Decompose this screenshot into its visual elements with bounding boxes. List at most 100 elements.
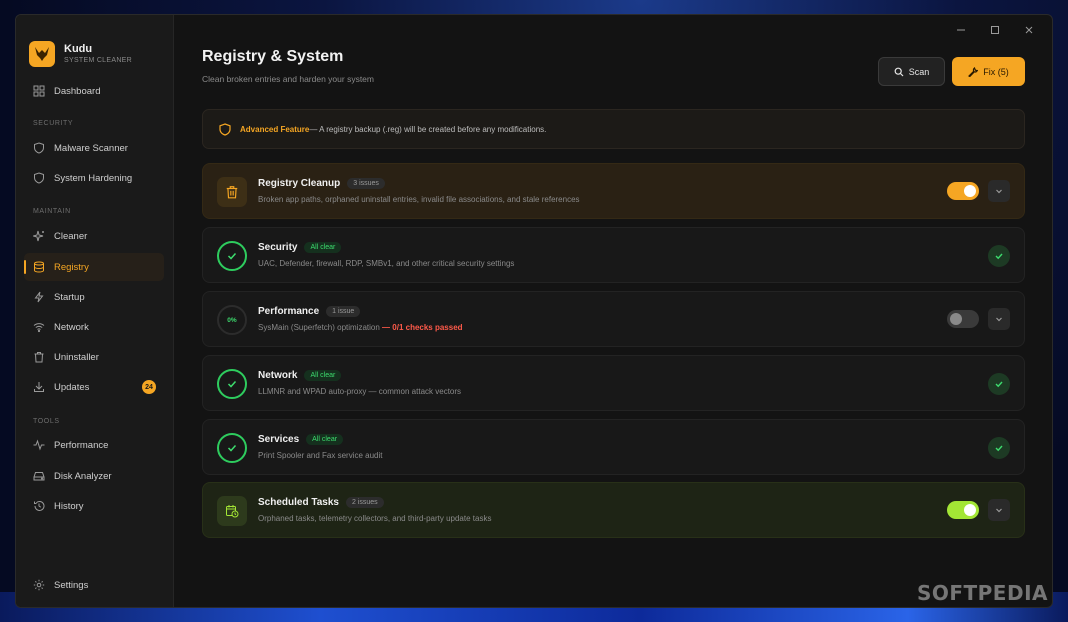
sidebar-item-network[interactable]: Network bbox=[24, 313, 164, 341]
card-network: Network All clear LLMNR and WPAD auto-pr… bbox=[202, 355, 1025, 411]
app-window: Kudu SYSTEM CLEANER Dashboard SECURITY M… bbox=[15, 14, 1053, 608]
check-icon bbox=[988, 373, 1010, 395]
status-badge: All clear bbox=[304, 370, 342, 381]
kudu-logo-icon bbox=[29, 40, 55, 67]
check-circle-icon bbox=[217, 433, 247, 463]
card-scheduled-tasks: Scheduled Tasks 2 issues Orphaned tasks,… bbox=[202, 482, 1025, 538]
card-description: Broken app paths, orphaned uninstall ent… bbox=[258, 195, 580, 204]
shield-icon bbox=[34, 142, 44, 154]
trash-icon bbox=[217, 177, 247, 207]
database-icon bbox=[34, 261, 44, 273]
sidebar: Kudu SYSTEM CLEANER Dashboard SECURITY M… bbox=[16, 15, 174, 607]
status-badge: All clear bbox=[304, 242, 342, 253]
advanced-feature-banner: Advanced Feature — A registry backup (.r… bbox=[202, 109, 1025, 149]
check-icon bbox=[988, 245, 1010, 267]
chevron-down-icon bbox=[996, 317, 1002, 322]
card-description: SysMain (Superfetch) optimization — 0/1 … bbox=[258, 323, 463, 332]
scheduled-tasks-toggle[interactable] bbox=[947, 501, 979, 519]
sidebar-item-label: Updates bbox=[54, 381, 90, 393]
scan-button[interactable]: Scan bbox=[878, 57, 945, 86]
download-icon bbox=[34, 382, 44, 392]
card-title-text: Registry Cleanup bbox=[258, 178, 341, 189]
lightning-icon bbox=[34, 291, 44, 303]
sidebar-item-settings[interactable]: Settings bbox=[24, 571, 164, 599]
issues-badge: 2 issues bbox=[345, 497, 384, 508]
issues-badge: 3 issues bbox=[347, 178, 385, 189]
wrench-icon bbox=[968, 66, 979, 77]
card-title-text: Performance bbox=[258, 306, 320, 317]
app-name: Kudu bbox=[64, 43, 93, 55]
sidebar-item-label: History bbox=[54, 500, 84, 512]
maximize-button[interactable] bbox=[978, 20, 1012, 40]
sidebar-item-label: Performance bbox=[54, 439, 109, 451]
card-title: Performance 1 issue bbox=[258, 306, 361, 317]
progress-ring-label: 0% bbox=[227, 316, 237, 324]
shield-icon bbox=[219, 122, 231, 136]
sidebar-item-registry[interactable]: Registry bbox=[24, 253, 164, 281]
sidebar-item-label: Dashboard bbox=[54, 85, 101, 97]
expand-button[interactable] bbox=[988, 308, 1010, 330]
card-title-text: Services bbox=[258, 434, 300, 445]
sidebar-item-dashboard[interactable]: Dashboard bbox=[24, 77, 164, 105]
gear-icon bbox=[33, 579, 45, 591]
page-subtitle: Clean broken entries and harden your sys… bbox=[202, 74, 374, 84]
sidebar-item-malware-scanner[interactable]: Malware Scanner bbox=[24, 134, 164, 162]
sidebar-item-startup[interactable]: Startup bbox=[24, 283, 164, 311]
card-title: Scheduled Tasks 2 issues bbox=[258, 497, 384, 508]
check-icon bbox=[988, 437, 1010, 459]
sidebar-item-label: Uninstaller bbox=[54, 351, 99, 363]
trash-icon bbox=[34, 352, 44, 363]
card-registry-cleanup: Registry Cleanup 3 issues Broken app pat… bbox=[202, 163, 1025, 219]
performance-toggle[interactable] bbox=[947, 310, 979, 328]
pulse-icon bbox=[33, 439, 45, 451]
app-subtitle: SYSTEM CLEANER bbox=[64, 57, 132, 64]
expand-button[interactable] bbox=[988, 180, 1010, 202]
page-title: Registry & System bbox=[202, 48, 344, 65]
sidebar-item-label: Disk Analyzer bbox=[54, 470, 112, 482]
sidebar-item-system-hardening[interactable]: System Hardening bbox=[24, 164, 164, 192]
brand: Kudu SYSTEM CLEANER bbox=[16, 15, 173, 75]
calendar-clock-icon bbox=[217, 496, 247, 526]
updates-badge: 24 bbox=[142, 380, 156, 394]
card-title-text: Network bbox=[258, 370, 298, 381]
card-description: Print Spooler and Fax service audit bbox=[258, 451, 383, 460]
card-description: Orphaned tasks, telemetry collectors, an… bbox=[258, 514, 492, 523]
sidebar-item-history[interactable]: History bbox=[24, 492, 164, 520]
shield-icon bbox=[34, 172, 44, 184]
banner-highlight: Advanced Feature bbox=[240, 124, 310, 134]
main-content: Registry & System Clean broken entries a… bbox=[174, 15, 1052, 607]
maximize-icon bbox=[991, 26, 999, 34]
fix-button[interactable]: Fix (5) bbox=[952, 57, 1025, 86]
sidebar-item-disk-analyzer[interactable]: Disk Analyzer bbox=[24, 462, 164, 490]
issues-badge: 1 issue bbox=[326, 306, 361, 317]
dashboard-icon bbox=[33, 85, 45, 97]
check-circle-icon bbox=[217, 369, 247, 399]
search-icon bbox=[894, 67, 904, 76]
sidebar-item-uninstaller[interactable]: Uninstaller bbox=[24, 343, 164, 371]
card-title-text: Scheduled Tasks bbox=[258, 497, 339, 508]
scan-button-label: Scan bbox=[908, 66, 930, 77]
chevron-down-icon bbox=[996, 508, 1002, 513]
sidebar-item-label: Startup bbox=[54, 291, 85, 303]
banner-text: — A registry backup (.reg) will be creat… bbox=[309, 124, 547, 134]
check-circle-icon bbox=[217, 241, 247, 271]
card-description: LLMNR and WPAD auto-proxy — common attac… bbox=[258, 387, 462, 396]
close-button[interactable] bbox=[1012, 20, 1046, 40]
expand-button[interactable] bbox=[988, 499, 1010, 521]
close-icon bbox=[1025, 26, 1033, 34]
minimize-button[interactable] bbox=[944, 20, 978, 40]
history-icon bbox=[34, 500, 45, 511]
sidebar-item-updates[interactable]: Updates 24 bbox=[24, 373, 164, 401]
card-title: Services All clear bbox=[258, 434, 344, 445]
card-security: Security All clear UAC, Defender, firewa… bbox=[202, 227, 1025, 283]
registry-cleanup-toggle[interactable] bbox=[947, 182, 979, 200]
sparkle-icon bbox=[33, 230, 44, 242]
card-description: UAC, Defender, firewall, RDP, SMBv1, and… bbox=[258, 259, 515, 268]
sidebar-item-cleaner[interactable]: Cleaner bbox=[24, 222, 164, 250]
sidebar-item-label: Network bbox=[54, 321, 89, 333]
sidebar-item-performance[interactable]: Performance bbox=[24, 431, 164, 459]
sidebar-item-label: Settings bbox=[54, 579, 89, 591]
card-title: Registry Cleanup 3 issues bbox=[258, 178, 385, 189]
status-badge: All clear bbox=[306, 434, 344, 445]
card-title: Network All clear bbox=[258, 370, 342, 381]
